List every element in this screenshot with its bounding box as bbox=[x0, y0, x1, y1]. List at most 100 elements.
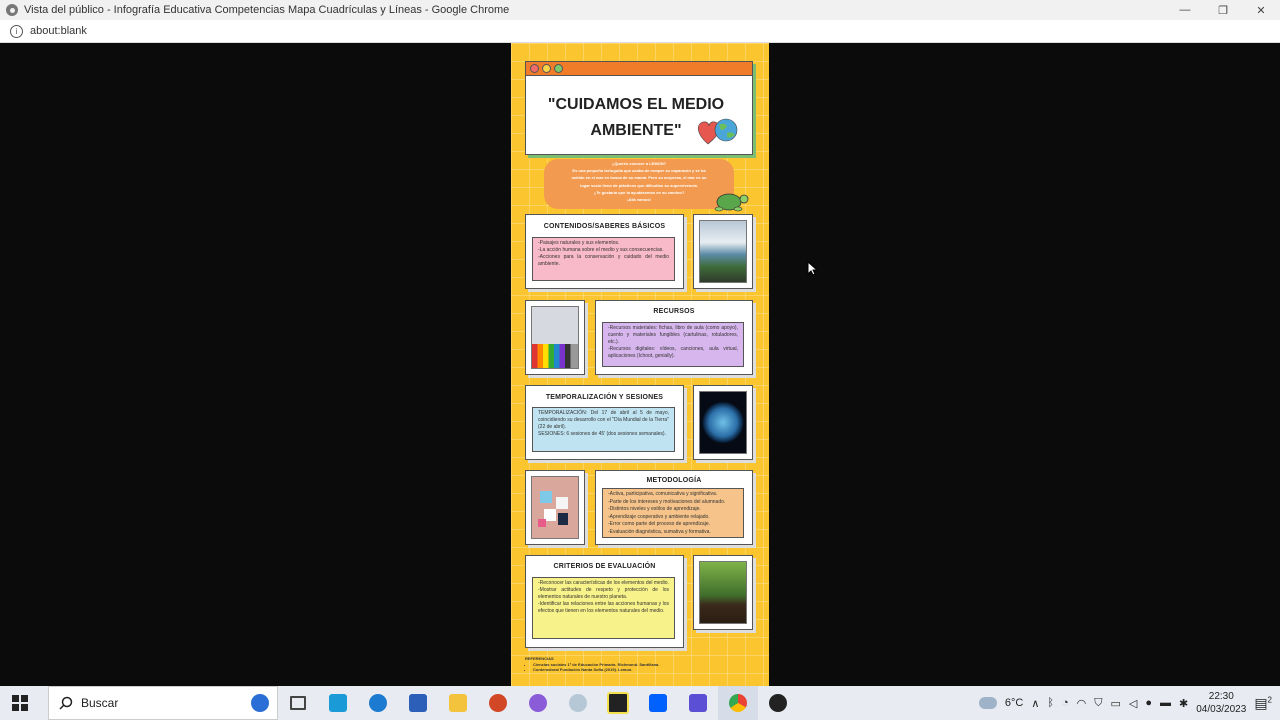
speaker-icon[interactable]: ◁ bbox=[1129, 697, 1137, 710]
taskbar-app-discord[interactable] bbox=[678, 686, 718, 720]
info-icon[interactable]: i bbox=[10, 24, 23, 38]
references-list: Ciencias sociales 1º de Educación Primar… bbox=[525, 662, 755, 673]
contenidos-title: CONTENIDOS/SABERES BÁSICOS bbox=[543, 223, 666, 230]
app-tray-icon[interactable]: ✱ bbox=[1179, 697, 1188, 710]
criterios-line: -Mostrar actitudes de respeto y protecci… bbox=[538, 587, 669, 600]
mouse-cursor-icon bbox=[807, 261, 817, 276]
taskbar-app-explorer[interactable] bbox=[438, 686, 478, 720]
criterios-box: -Reconocer las características de los el… bbox=[532, 577, 675, 639]
taskbar-app-word[interactable] bbox=[398, 686, 438, 720]
edge-icon bbox=[369, 694, 387, 712]
metodologia-box: -Activa, participativa, comunicativa y s… bbox=[602, 488, 744, 538]
criterios-line: -Reconocer las características de los el… bbox=[538, 580, 669, 586]
green-dot-icon bbox=[554, 64, 563, 73]
task-view-icon bbox=[290, 696, 306, 710]
clock-date: 04/03/2023 bbox=[1196, 704, 1247, 715]
metodologia-line: -Parte de los intereses y motivaciones d… bbox=[608, 498, 726, 505]
recursos-box: -Recursos materiales: fichas, libro de a… bbox=[602, 322, 744, 367]
taskbar-app-dropbox[interactable] bbox=[638, 686, 678, 720]
network-icon[interactable]: ◔ bbox=[1062, 697, 1069, 709]
weather-temp[interactable]: 6°C bbox=[1005, 697, 1023, 709]
task-view-button[interactable] bbox=[278, 686, 318, 720]
search-label[interactable]: Buscar bbox=[81, 696, 118, 710]
sprout-image bbox=[699, 561, 747, 624]
infographic-poster: "CUIDAMOS EL MEDIO AMBIENTE" ¿Querés con… bbox=[511, 43, 769, 686]
windows-logo-icon bbox=[12, 695, 28, 711]
word-icon bbox=[409, 694, 427, 712]
window-controls: — ❐ ✕ bbox=[1166, 0, 1280, 20]
metodologia-line: -Activa, participativa, comunicativa y s… bbox=[608, 491, 718, 497]
taskbar-app-firefox[interactable] bbox=[518, 686, 558, 720]
title-card-bar bbox=[526, 62, 752, 76]
landscape-image bbox=[699, 220, 747, 283]
start-button[interactable] bbox=[0, 686, 40, 720]
taskbar-app-notes[interactable] bbox=[598, 686, 638, 720]
taskbar-app-obs[interactable] bbox=[758, 686, 798, 720]
weather-icon[interactable] bbox=[978, 697, 997, 709]
criterios-card: CRITERIOS DE EVALUACIÓN -Reconocer las c… bbox=[525, 555, 684, 648]
metodologia-line: -Aprendizaje cooperativo y ambiente rela… bbox=[608, 513, 710, 520]
window-titlebar: Vista del público - Infografía Educativa… bbox=[0, 0, 1280, 20]
intro-line: lugar socio lleno de plásticos que dific… bbox=[580, 182, 698, 188]
intro-bubble: ¿Querés conocer a LEMON? Es una pequeña … bbox=[544, 159, 734, 209]
contenidos-box: -Paisajes naturales y sus elementos. -La… bbox=[532, 237, 675, 281]
heart-earth-icon bbox=[698, 118, 738, 145]
metodologia-line: -Evaluación diagnóstica, sumativa y form… bbox=[608, 528, 711, 535]
window-title: Vista del público - Infografía Educativa… bbox=[24, 4, 510, 16]
app-l-icon bbox=[329, 694, 347, 712]
contenidos-line: -Paisajes naturales y sus elementos. bbox=[538, 240, 620, 246]
url-text[interactable]: about:blank bbox=[30, 25, 87, 37]
landscape-image-card bbox=[693, 214, 753, 289]
recursos-card: RECURSOS -Recursos materiales: fichas, l… bbox=[595, 300, 753, 375]
clock[interactable]: 22:30 04/03/2023 bbox=[1196, 690, 1246, 716]
restore-button[interactable]: ❐ bbox=[1204, 0, 1242, 20]
intro-line: ¡Allá vamos! bbox=[627, 197, 651, 203]
notification-count: 2 bbox=[1267, 694, 1272, 704]
wifi-icon[interactable]: ◠ bbox=[1077, 697, 1087, 710]
puzzle-image bbox=[531, 476, 579, 539]
snipping-icon bbox=[569, 694, 587, 712]
bing-icon[interactable] bbox=[251, 694, 269, 712]
microphone-icon[interactable]: ● bbox=[1145, 697, 1152, 709]
contenidos-line: -Acciones para la conservación y cuidado… bbox=[538, 254, 669, 267]
clock-time: 22:30 bbox=[1208, 691, 1234, 702]
pencils-image bbox=[531, 306, 579, 369]
system-tray: 6°C ∧ ᛒ ◔ ◠ ⛉ ▭ ◁ ● ▬ ✱ 22:30 04/03/2023… bbox=[978, 686, 1280, 720]
chevron-up-icon[interactable]: ∧ bbox=[1031, 697, 1039, 710]
metodologia-card: METODOLOGÍA -Activa, participativa, comu… bbox=[595, 470, 753, 545]
presenter-viewport: "CUIDAMOS EL MEDIO AMBIENTE" ¿Querés con… bbox=[0, 43, 1280, 686]
folder-icon bbox=[449, 694, 467, 712]
address-bar[interactable]: i about:blank bbox=[0, 20, 1280, 43]
shield-icon[interactable]: ⛉ bbox=[1094, 697, 1102, 710]
temporalizacion-box: TEMPORALIZACIÓN: Del 17 de abril al 5 de… bbox=[532, 407, 675, 452]
powerpoint-icon bbox=[489, 694, 507, 712]
turtle-icon bbox=[714, 193, 749, 212]
bluetooth-icon[interactable]: ᛒ bbox=[1047, 697, 1054, 709]
recursos-line: -Recursos materiales: fichas, libro de a… bbox=[608, 325, 738, 345]
minimize-button[interactable]: — bbox=[1166, 0, 1204, 20]
metodologia-line: -Distintos niveles y estilos de aprendiz… bbox=[608, 506, 701, 513]
taskbar-app-chrome[interactable] bbox=[718, 686, 758, 720]
chrome-icon bbox=[729, 694, 747, 712]
taskbar-app-edge[interactable] bbox=[358, 686, 398, 720]
taskbar-app-powerpoint[interactable] bbox=[478, 686, 518, 720]
display-icon[interactable]: ▭ bbox=[1111, 697, 1121, 710]
taskbar-search[interactable]: Buscar bbox=[48, 686, 278, 720]
contenidos-card: CONTENIDOS/SABERES BÁSICOS -Paisajes nat… bbox=[525, 214, 684, 289]
earth-image-card bbox=[693, 385, 753, 460]
notifications-button[interactable]: ▤2 bbox=[1254, 695, 1272, 712]
battery-icon[interactable]: ▬ bbox=[1160, 697, 1171, 709]
recursos-title: RECURSOS bbox=[653, 308, 695, 315]
puzzle-image-card bbox=[525, 470, 585, 545]
temporalizacion-line: SESIONES: 6 sesiones de 45' (dos sesione… bbox=[538, 431, 666, 437]
taskbar-app-l[interactable] bbox=[318, 686, 358, 720]
notes-icon bbox=[607, 692, 629, 714]
reference-item: Contenedoral Fundación Nanta Sofia (2019… bbox=[533, 667, 755, 673]
search-icon bbox=[59, 696, 73, 710]
close-button[interactable]: ✕ bbox=[1242, 0, 1280, 20]
browser-icon bbox=[529, 694, 547, 712]
taskbar-app-snipping[interactable] bbox=[558, 686, 598, 720]
earth-image bbox=[699, 391, 747, 454]
chrome-icon bbox=[6, 4, 18, 16]
temporalizacion-card: TEMPORALIZACIÓN Y SESIONES TEMPORALIZACI… bbox=[525, 385, 684, 460]
